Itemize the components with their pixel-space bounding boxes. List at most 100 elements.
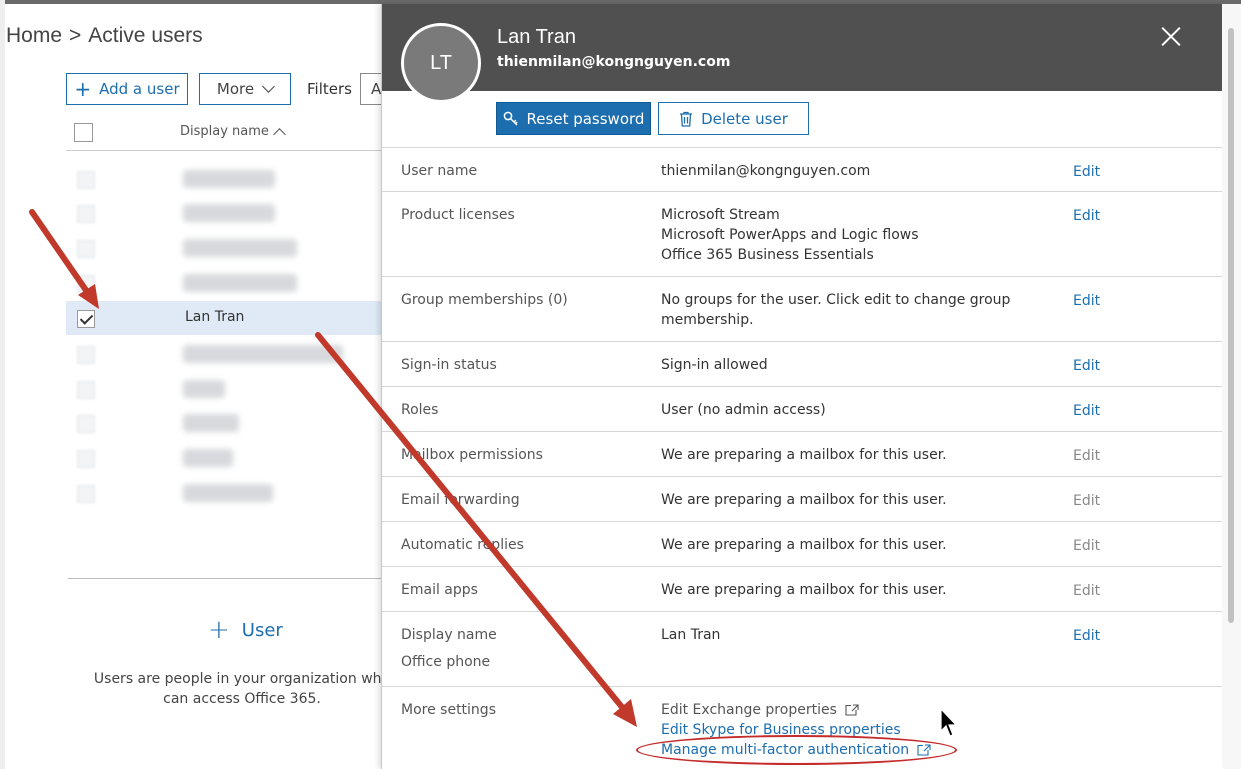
property-value: Lan Tran bbox=[661, 627, 721, 643]
row-checkbox[interactable] bbox=[77, 415, 95, 433]
edit-exchange-properties-link[interactable]: Edit Exchange properties bbox=[661, 700, 931, 720]
table-row[interactable] bbox=[66, 406, 386, 440]
blurred-name bbox=[183, 484, 273, 502]
edit-signin-link[interactable]: Edit bbox=[1073, 358, 1100, 374]
plus-icon: + bbox=[74, 77, 92, 101]
property-value: No groups for the user. Click edit to ch… bbox=[661, 290, 1031, 330]
groups-line: membership. bbox=[661, 312, 754, 328]
row-checkbox[interactable] bbox=[77, 275, 95, 293]
property-value: We are preparing a mailbox for this user… bbox=[661, 492, 947, 508]
property-label: Email forwarding bbox=[401, 492, 520, 508]
property-signin: Sign-in status Sign-in allowed Edit bbox=[382, 341, 1222, 386]
edit-groups-link[interactable]: Edit bbox=[1073, 293, 1100, 309]
edit-roles-link[interactable]: Edit bbox=[1073, 403, 1100, 419]
external-link-icon bbox=[845, 704, 859, 716]
list-divider bbox=[68, 578, 386, 579]
property-label: Group memberships (0) bbox=[401, 292, 568, 308]
list-header: Display name bbox=[66, 113, 386, 151]
table-row[interactable] bbox=[66, 196, 386, 230]
sort-up-icon bbox=[273, 128, 286, 141]
breadcrumb-separator: > bbox=[69, 24, 82, 47]
table-row[interactable] bbox=[66, 266, 386, 300]
edit-licenses-link[interactable]: Edit bbox=[1073, 208, 1100, 224]
column-header-display-name[interactable]: Display name bbox=[180, 124, 286, 141]
blurred-name bbox=[183, 170, 275, 188]
panel-scrollbar[interactable] bbox=[1223, 4, 1241, 769]
property-value: Sign-in allowed bbox=[661, 357, 768, 373]
users-description-line2: can access Office 365. bbox=[163, 691, 321, 707]
left-gutter bbox=[0, 0, 5, 769]
row-checkbox[interactable] bbox=[77, 381, 95, 399]
blurred-name bbox=[183, 239, 297, 257]
groups-line: No groups for the user. Click edit to ch… bbox=[661, 292, 1011, 308]
blurred-name bbox=[183, 345, 343, 363]
property-value: thienmilan@kongnguyen.com bbox=[661, 163, 871, 179]
property-value: We are preparing a mailbox for this user… bbox=[661, 537, 947, 553]
row-checkbox[interactable] bbox=[77, 171, 95, 189]
scrollbar-thumb[interactable] bbox=[1228, 28, 1234, 623]
edit-display-name-link[interactable]: Edit bbox=[1073, 628, 1100, 644]
add-user-button[interactable]: + Add a user bbox=[66, 73, 188, 105]
row-display-name[interactable]: Lan Tran bbox=[185, 309, 244, 325]
panel-header: Lan Tran thienmilan@kongnguyen.com bbox=[382, 4, 1222, 91]
user-details-panel: Lan Tran thienmilan@kongnguyen.com LT Re… bbox=[381, 4, 1222, 769]
panel-user-email: thienmilan@kongnguyen.com bbox=[497, 54, 731, 70]
add-user-link[interactable]: + User bbox=[208, 617, 283, 643]
table-row[interactable] bbox=[66, 441, 386, 475]
reset-password-label: Reset password bbox=[526, 109, 645, 128]
license-item: Microsoft PowerApps and Logic flows bbox=[661, 227, 919, 243]
property-licenses: Product licenses Microsoft Stream Micros… bbox=[382, 191, 1222, 276]
add-user-cta-label: User bbox=[241, 619, 283, 641]
property-apps: Email apps We are preparing a mailbox fo… bbox=[382, 566, 1222, 611]
key-icon bbox=[503, 111, 519, 127]
table-row[interactable] bbox=[66, 372, 386, 406]
property-mailbox: Mailbox permissions We are preparing a m… bbox=[382, 431, 1222, 476]
delete-user-button[interactable]: Delete user bbox=[658, 102, 809, 135]
table-row[interactable] bbox=[66, 162, 386, 196]
reset-password-button[interactable]: Reset password bbox=[496, 102, 651, 135]
row-checkbox[interactable] bbox=[77, 450, 95, 468]
property-forwarding: Email forwarding We are preparing a mail… bbox=[382, 476, 1222, 521]
avatar: LT bbox=[401, 23, 481, 103]
property-value: User (no admin access) bbox=[661, 402, 826, 418]
property-value: We are preparing a mailbox for this user… bbox=[661, 447, 947, 463]
select-all-checkbox[interactable] bbox=[74, 123, 93, 142]
property-label: More settings bbox=[401, 702, 496, 718]
close-icon[interactable] bbox=[1160, 26, 1182, 48]
chevron-down-icon bbox=[262, 80, 275, 93]
property-value: We are preparing a mailbox for this user… bbox=[661, 582, 947, 598]
office-phone-label: Office phone bbox=[401, 654, 491, 670]
blurred-name bbox=[183, 274, 297, 292]
exchange-link-label: Edit Exchange properties bbox=[661, 702, 837, 718]
more-button[interactable]: More bbox=[199, 73, 291, 105]
license-item: Office 365 Business Essentials bbox=[661, 247, 874, 263]
users-description-line1: Users are people in your organization wh… bbox=[93, 671, 391, 687]
table-row[interactable] bbox=[66, 476, 386, 510]
breadcrumb-home[interactable]: Home bbox=[6, 24, 62, 47]
property-label: Product licenses bbox=[401, 207, 515, 223]
property-roles: Roles User (no admin access) Edit bbox=[382, 386, 1222, 431]
property-replies: Automatic replies We are preparing a mai… bbox=[382, 521, 1222, 566]
panel-user-name: Lan Tran bbox=[497, 26, 576, 48]
row-checkbox[interactable] bbox=[77, 485, 95, 503]
property-label: Sign-in status bbox=[401, 357, 497, 373]
row-checkbox[interactable] bbox=[77, 240, 95, 258]
blurred-name bbox=[183, 204, 275, 222]
property-groups: Group memberships (0) No groups for the … bbox=[382, 276, 1222, 341]
filters-label: Filters bbox=[307, 80, 352, 98]
row-checkbox[interactable] bbox=[77, 346, 95, 364]
blurred-name bbox=[183, 449, 233, 467]
table-row-selected[interactable]: Lan Tran bbox=[66, 301, 386, 335]
table-row[interactable] bbox=[66, 231, 386, 265]
table-row[interactable] bbox=[66, 337, 386, 371]
property-display-name: Display name Office phone Lan Tran Edit bbox=[382, 611, 1222, 686]
property-username: User name thienmilan@kongnguyen.com Edit bbox=[382, 147, 1222, 191]
row-checkbox-checked[interactable] bbox=[77, 310, 95, 328]
property-label: Roles bbox=[401, 402, 439, 418]
row-checkbox[interactable] bbox=[77, 205, 95, 223]
property-value: Microsoft Stream Microsoft PowerApps and… bbox=[661, 205, 1031, 265]
edit-username-link[interactable]: Edit bbox=[1073, 164, 1100, 180]
delete-user-label: Delete user bbox=[701, 109, 788, 128]
breadcrumb-current: Active users bbox=[88, 24, 203, 47]
edit-mailbox-link: Edit bbox=[1073, 448, 1101, 464]
